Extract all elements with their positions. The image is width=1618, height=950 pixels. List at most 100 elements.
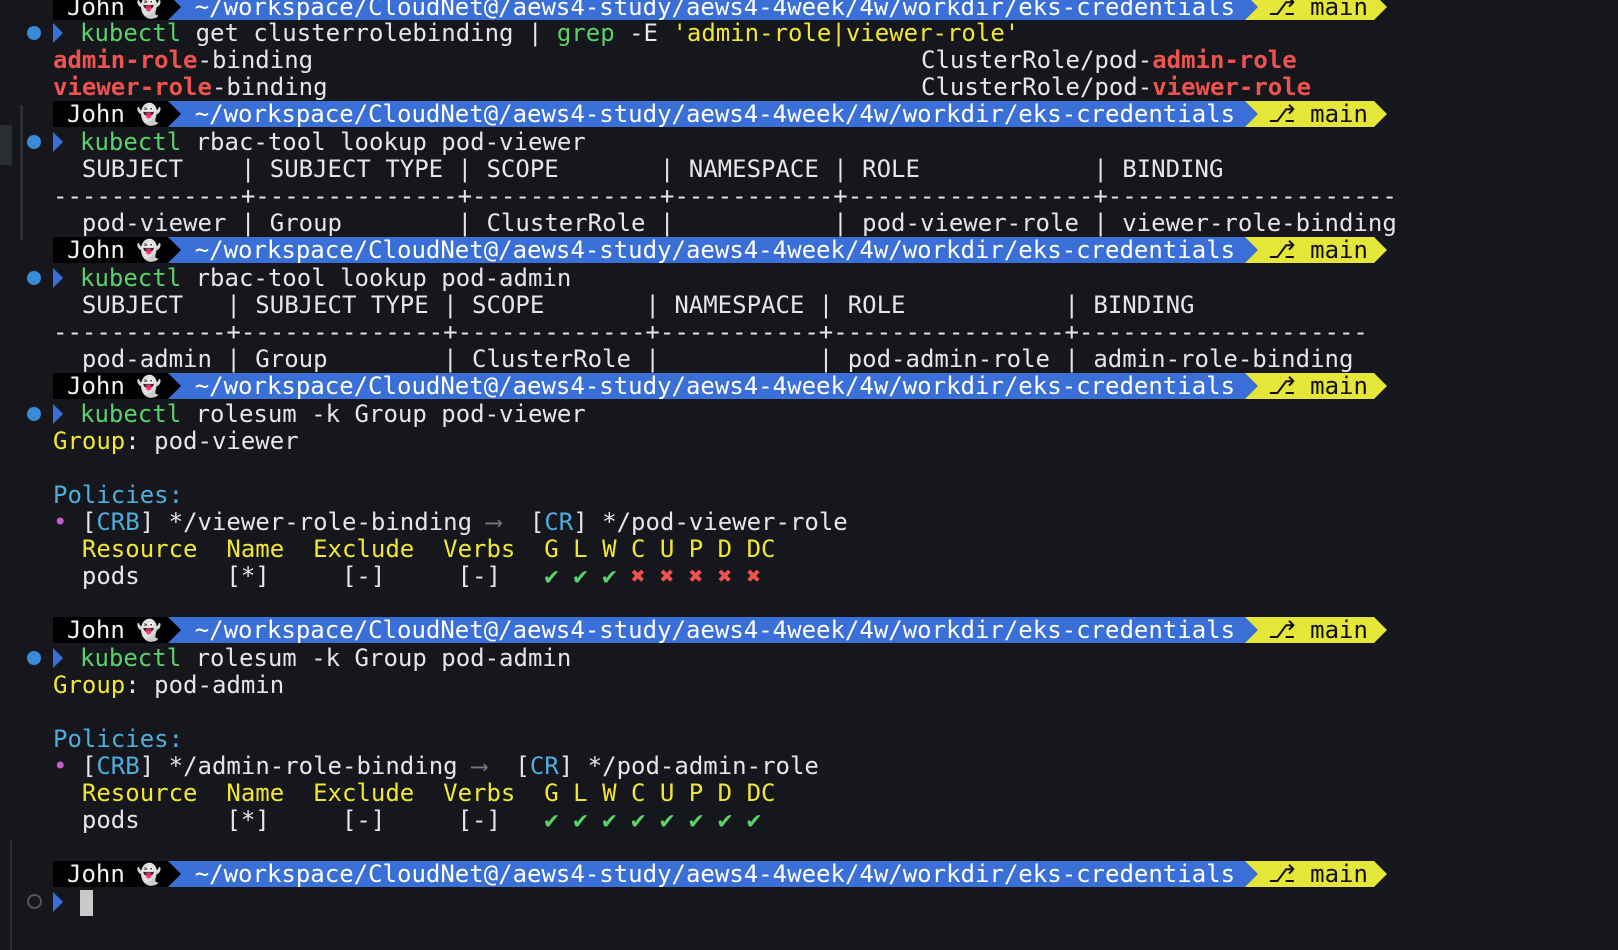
prompt-path: ~/workspace/CloudNet@/aews4-study/aews4-… bbox=[180, 100, 1246, 128]
ghost-icon: 👻 bbox=[136, 238, 162, 262]
table-row: pod-viewer | Group | ClusterRole | | pod… bbox=[53, 209, 1397, 237]
group-line: Group: pod-admin bbox=[53, 671, 285, 699]
powerline-separator bbox=[1373, 101, 1387, 127]
prompt-branch: ⎇ main bbox=[1258, 236, 1374, 264]
powerline-separator bbox=[167, 101, 181, 127]
bullet-icon: • bbox=[53, 752, 68, 780]
ghost-icon: 👻 bbox=[136, 0, 162, 19]
git-branch-icon: ⎇ bbox=[1268, 0, 1296, 21]
command-line: kubectl rolesum -k Group pod-viewer bbox=[80, 400, 586, 428]
gutter-line-bottom bbox=[10, 840, 12, 950]
text-cursor bbox=[80, 890, 93, 916]
powerline-separator bbox=[1245, 237, 1259, 263]
prompt-chevron-icon bbox=[53, 892, 63, 912]
prompt-user: John 👻 bbox=[53, 0, 168, 21]
command-line: kubectl rbac-tool lookup pod-viewer bbox=[80, 128, 586, 156]
git-branch-icon: ⎇ bbox=[1268, 100, 1296, 128]
powerline-separator bbox=[1373, 861, 1387, 887]
resource-row: pods [*] [-] [-] ✔ ✔ ✔ ✖ ✖ ✖ ✖ ✖ bbox=[53, 562, 762, 590]
prompt-branch: ⎇ main bbox=[1258, 100, 1374, 128]
powerline-separator bbox=[167, 861, 181, 887]
prompt-branch: ⎇ main bbox=[1258, 860, 1374, 888]
ghost-icon: 👻 bbox=[136, 862, 162, 886]
table-header: SUBJECT | SUBJECT TYPE | SCOPE | NAMESPA… bbox=[53, 155, 1224, 183]
terminal-input[interactable] bbox=[80, 888, 93, 916]
output-line: admin-role-binding bbox=[53, 46, 314, 74]
prompt-user: John 👻 bbox=[53, 372, 168, 400]
prompt-user: John 👻 bbox=[53, 236, 168, 264]
check-icon: ✔ bbox=[659, 806, 675, 834]
powerline-separator bbox=[1245, 0, 1259, 20]
powerline-separator bbox=[1245, 373, 1259, 399]
prompt-chevron-icon bbox=[53, 268, 63, 288]
check-icon: ✔ bbox=[746, 806, 762, 834]
git-branch-icon: ⎇ bbox=[1268, 372, 1296, 400]
check-icon: ✔ bbox=[573, 806, 588, 834]
powerline-separator bbox=[1373, 617, 1387, 643]
powerline-separator bbox=[167, 617, 181, 643]
prompt-path: ~/workspace/CloudNet@/aews4-study/aews4-… bbox=[180, 0, 1246, 21]
check-icon: ✔ bbox=[602, 562, 617, 590]
command-status-dot bbox=[27, 651, 41, 665]
verbs-header: Resource Name Exclude Verbs G L W C U P … bbox=[53, 535, 776, 563]
prompt-branch: ⎇ main bbox=[1258, 616, 1374, 644]
prompt-line: John 👻 ~/workspace/CloudNet@/aews4-study/… bbox=[0, 100, 1387, 128]
prompt-line: John 👻 ~/workspace/CloudNet@/aews4-study/… bbox=[0, 860, 1387, 888]
prompt-user: John 👻 bbox=[53, 616, 168, 644]
command-status-dot bbox=[27, 271, 41, 285]
prompt-chevron-icon bbox=[53, 648, 63, 668]
git-branch-icon: ⎇ bbox=[1268, 236, 1296, 264]
policies-label: Policies: bbox=[53, 725, 184, 753]
powerline-separator bbox=[1245, 861, 1259, 887]
prompt-user: John 👻 bbox=[53, 100, 168, 128]
prompt-branch: ⎇ main bbox=[1258, 0, 1374, 21]
check-icon: ✔ bbox=[573, 562, 588, 590]
prompt-chevron-icon bbox=[53, 404, 63, 424]
ghost-icon: 👻 bbox=[136, 102, 162, 126]
prompt-user: John 👻 bbox=[53, 860, 168, 888]
check-icon: ✔ bbox=[544, 806, 559, 834]
prompt-path: ~/workspace/CloudNet@/aews4-study/aews4-… bbox=[180, 616, 1246, 644]
cross-icon: ✖ bbox=[631, 562, 646, 590]
powerline-separator bbox=[167, 373, 181, 399]
command-status-dot bbox=[27, 135, 41, 149]
prompt-path: ~/workspace/CloudNet@/aews4-study/aews4-… bbox=[180, 860, 1246, 888]
command-line: kubectl get clusterrolebinding | grep -E… bbox=[80, 19, 1020, 47]
ghost-icon: 👻 bbox=[136, 618, 162, 642]
policy-line: • [CRB] */viewer-role-binding ⟶ [CR] */p… bbox=[53, 508, 848, 536]
git-branch-icon: ⎇ bbox=[1268, 860, 1296, 888]
check-icon: ✔ bbox=[602, 806, 617, 834]
command-status-dot bbox=[27, 26, 41, 40]
group-line: Group: pod-viewer bbox=[53, 427, 299, 455]
powerline-separator bbox=[1373, 0, 1387, 20]
output-line: viewer-role-binding bbox=[53, 73, 328, 101]
prompt-chevron-icon bbox=[53, 23, 63, 43]
prompt-path: ~/workspace/CloudNet@/aews4-study/aews4-… bbox=[180, 236, 1246, 264]
command-line: kubectl rbac-tool lookup pod-admin bbox=[80, 264, 572, 292]
command-status-dot bbox=[27, 894, 42, 909]
gutter-marker bbox=[0, 125, 12, 165]
prompt-path: ~/workspace/CloudNet@/aews4-study/aews4-… bbox=[180, 372, 1246, 400]
bullet-icon: • bbox=[53, 508, 68, 536]
powerline-separator bbox=[1373, 237, 1387, 263]
check-icon: ✔ bbox=[717, 806, 733, 834]
prompt-branch: ⎇ main bbox=[1258, 372, 1374, 400]
arrow-right-icon: ⟶ bbox=[472, 752, 487, 780]
prompt-chevron-icon bbox=[53, 132, 63, 152]
policy-line: • [CRB] */admin-role-binding ⟶ [CR] */po… bbox=[53, 752, 819, 780]
git-branch-icon: ⎇ bbox=[1268, 616, 1296, 644]
output-line: ClusterRole/pod-admin-role bbox=[921, 46, 1297, 74]
prompt-line: John 👻 ~/workspace/CloudNet@/aews4-study/… bbox=[0, 372, 1387, 400]
check-icon: ✔ bbox=[688, 806, 704, 834]
check-icon: ✔ bbox=[631, 806, 646, 834]
table-separator: -------------+--------------+-----------… bbox=[53, 182, 1397, 210]
prompt-line: John 👻 ~/workspace/CloudNet@/aews4-study/… bbox=[0, 236, 1387, 264]
powerline-separator bbox=[1245, 101, 1259, 127]
powerline-separator bbox=[167, 237, 181, 263]
ghost-icon: 👻 bbox=[136, 374, 162, 398]
table-row: pod-admin | Group | ClusterRole | | pod-… bbox=[53, 345, 1354, 373]
output-line: ClusterRole/pod-viewer-role bbox=[921, 73, 1312, 101]
prompt-line: John 👻 ~/workspace/CloudNet@/aews4-study/… bbox=[0, 0, 1387, 21]
cross-icon: ✖ bbox=[659, 562, 675, 590]
table-separator: ------------+--------------+------------… bbox=[53, 318, 1368, 346]
